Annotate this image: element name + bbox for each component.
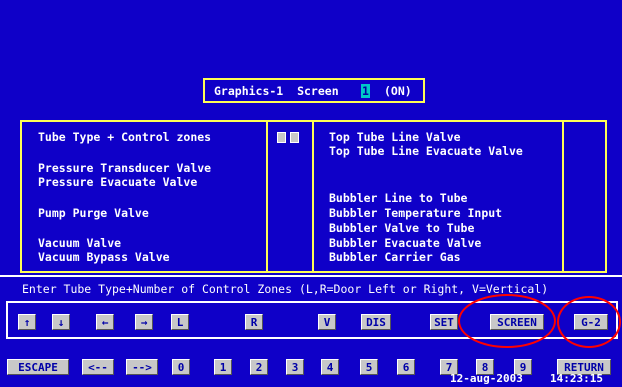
g2-highlight-oval: [557, 296, 621, 348]
arrow-up-button[interactable]: ↑: [18, 314, 36, 330]
left-item-pump-purge: Pump Purge Valve: [38, 206, 149, 220]
title-prefix: Graphics-1 Screen: [214, 84, 339, 98]
prompt-text: Enter Tube Type+Number of Control Zones …: [22, 282, 549, 296]
left-item-pressure-transducer: Pressure Transducer Valve: [38, 161, 212, 175]
tube-type-indicator-1[interactable]: [277, 132, 286, 143]
back-button[interactable]: <--: [82, 359, 114, 375]
vertical-button[interactable]: V: [318, 314, 336, 330]
forward-button[interactable]: -->: [126, 359, 158, 375]
status-date: 12-aug-2003: [450, 372, 523, 385]
screen-highlight-oval: [458, 294, 556, 348]
status-time: 14:23:15: [550, 372, 603, 385]
left-item-pressure-evacuate: Pressure Evacuate Valve: [38, 175, 198, 189]
tube-type-indicator-2[interactable]: [290, 132, 299, 143]
digit-2-button[interactable]: 2: [250, 359, 268, 375]
escape-button[interactable]: ESCAPE: [7, 359, 69, 375]
digit-3-button[interactable]: 3: [286, 359, 304, 375]
divider-1: [266, 120, 268, 273]
screen-number-cursor: 1: [361, 84, 370, 98]
right-item-bubbler-evacuate: Bubbler Evacuate Valve: [329, 236, 482, 250]
right-item-bubbler-temp: Bubbler Temperature Input: [329, 206, 503, 220]
right-item-bubbler-line: Bubbler Line to Tube: [329, 191, 468, 205]
digit-4-button[interactable]: 4: [321, 359, 339, 375]
right-item-bubbler-carrier: Bubbler Carrier Gas: [329, 250, 461, 264]
right-item-bubbler-valve: Bubbler Valve to Tube: [329, 221, 475, 235]
dis-button[interactable]: DIS: [361, 314, 391, 330]
digit-1-button[interactable]: 1: [214, 359, 232, 375]
digit-6-button[interactable]: 6: [397, 359, 415, 375]
left-item-vacuum-valve: Vacuum Valve: [38, 236, 122, 250]
arrow-right-button[interactable]: →: [135, 314, 153, 330]
arrow-down-button[interactable]: ↓: [52, 314, 70, 330]
prompt-line-top: [0, 275, 622, 277]
screen-number[interactable]: 1: [361, 84, 370, 98]
screen-state: (ON): [384, 84, 412, 98]
digit-5-button[interactable]: 5: [360, 359, 378, 375]
set-button[interactable]: SET: [430, 314, 458, 330]
door-right-button[interactable]: R: [245, 314, 263, 330]
left-item-tube-type: Tube Type + Control zones: [38, 130, 212, 144]
divider-2: [312, 120, 314, 273]
right-item-top-tube-line: Top Tube Line Valve: [329, 130, 461, 144]
digit-0-button[interactable]: 0: [172, 359, 190, 375]
door-left-button[interactable]: L: [171, 314, 189, 330]
divider-3: [562, 120, 564, 273]
left-item-vacuum-bypass: Vacuum Bypass Valve: [38, 250, 170, 264]
right-item-top-tube-evacuate: Top Tube Line Evacuate Valve: [329, 144, 523, 158]
arrow-left-button[interactable]: ←: [96, 314, 114, 330]
